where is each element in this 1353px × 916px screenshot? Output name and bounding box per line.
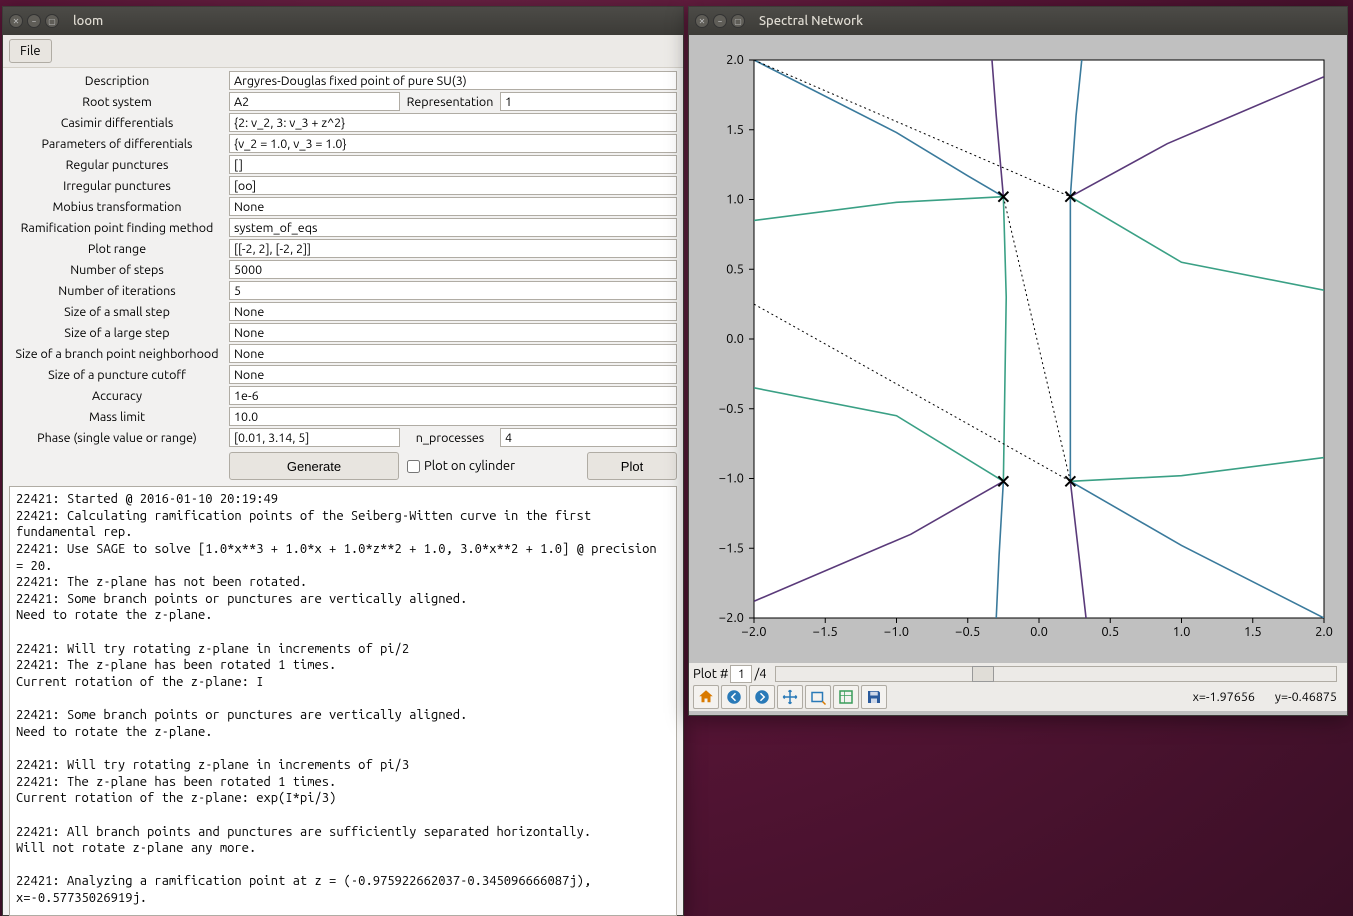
svg-text:−1.0: −1.0 [884,625,909,639]
input-n-processes[interactable] [500,428,677,447]
label-n-processes: n_processes [400,431,500,445]
zoom-icon[interactable] [805,685,831,709]
svg-text:0.0: 0.0 [726,332,744,346]
generate-button[interactable]: Generate [229,452,399,480]
spectral-chart[interactable]: −2.0 −1.5 −1.0 −0.5 0.0 0.5 1.0 1.5 2.0 −2.0 −1.5 −… [699,45,1339,653]
label-ram-method: Ramification point finding method [9,221,229,235]
input-representation[interactable] [500,92,677,111]
svg-text:2.0: 2.0 [1315,625,1333,639]
input-mobius[interactable] [229,197,677,216]
input-regular-punc[interactable] [229,155,677,174]
label-plot-range: Plot range [9,242,229,256]
input-small-step[interactable] [229,302,677,321]
loom-window: ✕ − ▢ loom File Description Root system … [2,6,684,916]
label-large-step: Size of a large step [9,326,229,340]
forward-icon[interactable] [749,685,775,709]
coord-y: y=-0.46875 [1275,690,1337,704]
svg-text:−2.0: −2.0 [741,625,766,639]
home-icon[interactable] [693,685,719,709]
svg-text:1.5: 1.5 [726,123,744,137]
plot-cylinder-label: Plot on cylinder [424,459,515,473]
log-output[interactable]: 22421: Started @ 2016-01-10 20:19:49 224… [9,486,677,916]
label-mass-limit: Mass limit [9,410,229,424]
label-accuracy: Accuracy [9,389,229,403]
plot-num-label: Plot # [693,667,728,681]
label-casimir: Casimir differentials [9,116,229,130]
svg-text:1.5: 1.5 [1244,625,1262,639]
configure-icon[interactable] [833,685,859,709]
label-params-diff: Parameters of differentials [9,137,229,151]
coord-x: x=-1.97656 [1193,690,1255,704]
minimize-icon[interactable]: − [713,14,727,28]
input-casimir[interactable] [229,113,677,132]
label-description: Description [9,74,229,88]
plot-button[interactable]: Plot [587,452,677,480]
loom-titlebar[interactable]: ✕ − ▢ loom [3,7,683,35]
plot-total: /4 [754,667,766,681]
input-irregular-punc[interactable] [229,176,677,195]
pan-icon[interactable] [777,685,803,709]
plot-num[interactable]: 1 [730,665,752,683]
label-small-step: Size of a small step [9,305,229,319]
menubar: File [3,35,683,68]
maximize-icon[interactable]: ▢ [45,14,59,28]
svg-text:0.5: 0.5 [726,262,744,276]
label-num-steps: Number of steps [9,263,229,277]
spectral-window: ✕ − ▢ Spectral Network −2.0−1.5−1.0−0.50… [688,6,1348,716]
label-irregular-punc: Irregular punctures [9,179,229,193]
slider-thumb[interactable] [972,666,994,682]
svg-text:−0.5: −0.5 [955,625,980,639]
input-branch-nb[interactable] [229,344,677,363]
label-root-system: Root system [9,95,229,109]
svg-text:0.5: 0.5 [1101,625,1119,639]
input-params-diff[interactable] [229,134,677,153]
input-description[interactable] [229,71,677,90]
input-root-system[interactable] [229,92,400,111]
input-punc-cutoff[interactable] [229,365,677,384]
svg-text:−1.5: −1.5 [719,541,744,555]
loom-title: loom [73,14,103,28]
close-icon[interactable]: ✕ [695,14,709,28]
svg-text:1.0: 1.0 [1173,625,1191,639]
label-representation: Representation [400,95,500,109]
input-large-step[interactable] [229,323,677,342]
plot-slider[interactable] [775,666,1337,682]
maximize-icon[interactable]: ▢ [731,14,745,28]
plot-cylinder-checkbox[interactable] [407,460,420,473]
input-mass-limit[interactable] [229,407,677,426]
back-icon[interactable] [721,685,747,709]
minimize-icon[interactable]: − [27,14,41,28]
svg-text:0.0: 0.0 [1030,625,1048,639]
input-num-steps[interactable] [229,260,677,279]
svg-text:1.0: 1.0 [726,193,744,207]
label-branch-nb: Size of a branch point neighborhood [9,347,229,361]
input-plot-range[interactable] [229,239,677,258]
spectral-title: Spectral Network [759,14,863,28]
label-regular-punc: Regular punctures [9,158,229,172]
form-area: Description Root system Representation C… [3,68,683,482]
menu-file[interactable]: File [9,39,52,63]
label-num-iter: Number of iterations [9,284,229,298]
label-mobius: Mobius transformation [9,200,229,214]
close-icon[interactable]: ✕ [9,14,23,28]
plot-area[interactable]: −2.0 −1.5 −1.0 −0.5 0.0 0.5 1.0 1.5 2.0 −2.0 −1.5 −… [689,35,1347,663]
svg-text:−0.5: −0.5 [719,402,744,416]
svg-text:−2.0: −2.0 [719,611,744,625]
input-num-iter[interactable] [229,281,677,300]
input-accuracy[interactable] [229,386,677,405]
svg-text:2.0: 2.0 [726,53,744,67]
label-punc-cutoff: Size of a puncture cutoff [9,368,229,382]
label-phase: Phase (single value or range) [9,431,229,445]
spectral-titlebar[interactable]: ✕ − ▢ Spectral Network [689,7,1347,35]
plot-controls: Plot # 1 /4 x=-1.97656 y=-0.46875 [689,663,1347,711]
input-phase[interactable] [229,428,400,447]
svg-text:−1.5: −1.5 [813,625,838,639]
svg-text:−1.0: −1.0 [719,472,744,486]
input-ram-method[interactable] [229,218,677,237]
save-icon[interactable] [861,685,887,709]
